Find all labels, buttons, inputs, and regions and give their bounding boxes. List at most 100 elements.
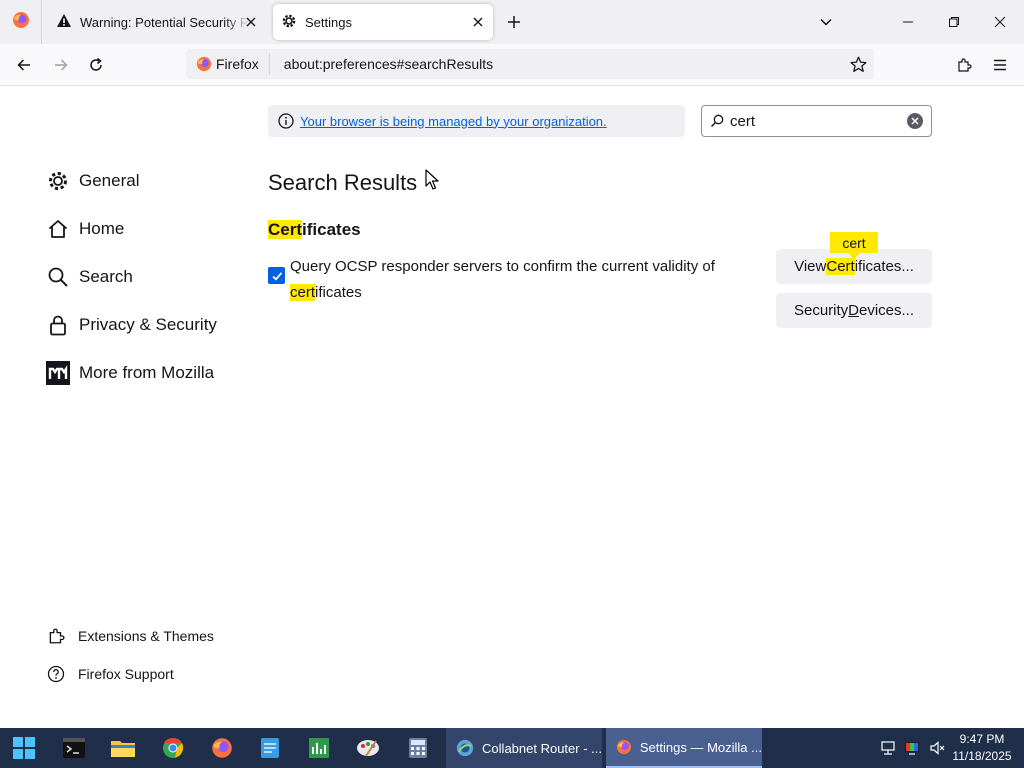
firefox-icon <box>12 11 30 34</box>
tab-settings[interactable]: Settings <box>273 4 493 40</box>
preferences-search-input[interactable]: cert <box>701 105 932 137</box>
calculator-icon <box>409 738 427 758</box>
close-tab-button[interactable] <box>469 13 487 31</box>
sidebar-item-support[interactable]: Firefox Support <box>46 663 174 685</box>
tab-title: Warning: Potential Security Risk <box>80 14 250 30</box>
sidebar-item-extensions[interactable]: Extensions & Themes <box>46 625 214 647</box>
reload-button[interactable] <box>85 54 107 76</box>
close-icon <box>994 16 1006 28</box>
sidebar-item-mozilla[interactable]: More from Mozilla <box>46 358 214 388</box>
policy-link[interactable]: Your browser is being managed by your or… <box>300 114 607 129</box>
info-icon <box>278 113 294 129</box>
preferences-page: General Home Search Privacy & Security M… <box>0 86 1024 728</box>
taskbar-task-firefox-settings[interactable]: Settings — Mozilla ... <box>606 728 762 768</box>
taskbar-file-explorer[interactable] <box>111 736 135 760</box>
back-button[interactable] <box>13 54 35 76</box>
list-all-tabs-button[interactable] <box>816 12 836 32</box>
taskbar-notepad[interactable] <box>258 736 282 760</box>
windows-taskbar: Collabnet Router - ... Settings — Mozill… <box>0 728 1024 768</box>
start-button[interactable] <box>12 736 36 760</box>
warning-icon <box>56 13 72 32</box>
taskbar-task-collabnet[interactable]: Collabnet Router - ... <box>446 728 602 768</box>
notepad-icon <box>261 738 279 758</box>
minimize-button[interactable] <box>898 12 918 32</box>
tab-security-warning[interactable]: Warning: Potential Security Risk <box>46 0 266 44</box>
url-text[interactable]: about:preferences#searchResults <box>284 56 493 72</box>
star-icon <box>849 56 867 72</box>
button-text: Security <box>793 302 849 319</box>
gear-icon <box>281 13 297 32</box>
sidebar-item-label: Home <box>79 219 125 238</box>
taskbar-calculator[interactable] <box>406 736 430 760</box>
tray-network[interactable] <box>879 739 897 757</box>
bookmark-button[interactable] <box>848 54 868 74</box>
clock-time: 9:47 PM <box>959 732 1005 746</box>
clear-search-button[interactable] <box>907 113 923 129</box>
firefox-view-button[interactable] <box>0 0 42 44</box>
clock-date: 11/18/2025 <box>952 749 1012 763</box>
taskbar-terminal[interactable] <box>62 736 86 760</box>
collabnet-icon <box>456 739 474 757</box>
lock-icon <box>46 313 70 337</box>
forward-button[interactable] <box>50 54 72 76</box>
sidebar-item-label: Search <box>79 267 133 286</box>
url-bar[interactable]: Firefox about:preferences#searchResults <box>186 49 874 79</box>
navigation-toolbar: Firefox about:preferences#searchResults <box>0 44 1024 86</box>
security-devices-button[interactable]: Security Devices... <box>776 293 932 328</box>
sidebar-item-home[interactable]: Home <box>46 214 124 244</box>
close-icon <box>911 117 919 125</box>
sidebar-item-general[interactable]: General <box>46 166 139 196</box>
checkmark-icon <box>271 271 282 281</box>
terminal-icon <box>63 738 85 758</box>
ocsp-checkbox[interactable] <box>268 267 285 284</box>
close-window-button[interactable] <box>990 12 1010 32</box>
extensions-button[interactable] <box>953 54 975 76</box>
search-results-heading: Search Results <box>268 170 418 195</box>
ocsp-label-text: Query OCSP responder servers to confirm … <box>290 258 715 275</box>
firefox-icon <box>616 739 632 755</box>
home-icon <box>46 217 70 241</box>
search-highlight: cert <box>290 284 316 301</box>
folder-icon <box>111 741 135 757</box>
search-highlight: Cert <box>268 220 303 239</box>
taskbar-chrome[interactable] <box>161 736 185 760</box>
new-tab-button[interactable] <box>504 12 524 32</box>
app-menu-button[interactable] <box>989 54 1011 76</box>
task-label: Settings — Mozilla ... <box>639 739 762 755</box>
firefox-icon <box>212 738 232 758</box>
taskbar-clock[interactable]: 9:47 PM 11/18/2025 <box>950 731 1014 765</box>
restore-button[interactable] <box>944 12 964 32</box>
tray-volume[interactable] <box>928 739 946 757</box>
puzzle-icon <box>46 626 66 646</box>
windows-logo-icon <box>13 737 35 759</box>
chrome-icon <box>163 737 184 758</box>
sidebar-item-search[interactable]: Search <box>46 262 133 292</box>
task-label: Collabnet Router - ... <box>482 740 602 756</box>
taskbar-chart-app[interactable] <box>307 736 331 760</box>
mozilla-m-icon <box>46 361 70 385</box>
network-icon <box>881 741 895 755</box>
arrow-left-icon <box>17 59 30 71</box>
close-tab-button[interactable] <box>242 13 260 31</box>
tray-display[interactable] <box>903 739 921 757</box>
hamburger-menu-icon <box>994 59 1006 71</box>
category-sidebar: General Home Search Privacy & Security M… <box>0 86 240 728</box>
search-highlight: Cert <box>826 258 855 275</box>
reload-icon <box>90 57 102 71</box>
ocsp-setting[interactable]: Query OCSP responder servers to confirm … <box>268 254 718 306</box>
mouse-cursor-icon <box>425 169 439 190</box>
search-icon <box>710 114 724 128</box>
taskbar-paint[interactable] <box>356 736 380 760</box>
chevron-down-icon <box>820 18 832 26</box>
sidebar-item-privacy[interactable]: Privacy & Security <box>46 310 217 340</box>
taskbar-firefox[interactable] <box>210 736 234 760</box>
arrow-right-icon <box>55 59 68 71</box>
heading-text: ificates <box>302 220 361 239</box>
ocsp-label-text: ificates <box>315 284 362 301</box>
search-icon <box>46 265 70 289</box>
close-icon <box>473 17 483 27</box>
identity-box[interactable]: Firefox <box>186 53 270 75</box>
close-icon <box>246 17 256 27</box>
button-text: View <box>794 258 827 275</box>
access-key: D <box>848 302 859 319</box>
